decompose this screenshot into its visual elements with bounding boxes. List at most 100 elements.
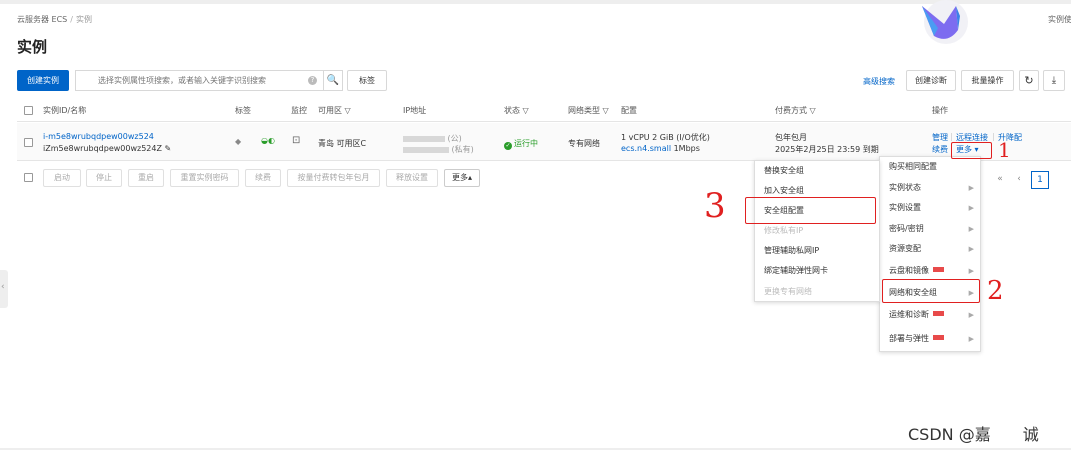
stop-button[interactable]: 停止 — [86, 169, 122, 187]
menu-item-replace-sg[interactable]: 替换安全组 — [755, 161, 879, 181]
col-pay-label: 付费方式 — [775, 106, 807, 115]
col-ops: 操作 — [932, 106, 948, 115]
restart-button[interactable]: 重启 — [128, 169, 164, 187]
advanced-search-link[interactable]: 高级搜索 — [863, 76, 895, 87]
filter-icon[interactable]: ▽ — [523, 106, 529, 115]
menu-item-disk-image[interactable]: 云盘和镜像 ▶ — [880, 261, 980, 281]
more-batch-button[interactable]: 更多▴ — [444, 169, 480, 187]
menu-item-change-vpc[interactable]: 更换专有网络 — [755, 282, 879, 302]
highlight-box-network — [882, 279, 980, 303]
menu-item-instance-settings[interactable]: 实例设置 ▶ — [880, 198, 980, 218]
toolbar: 创建实例 ? 🔍 标签 高级搜索 创建诊断 批量操作 ↻ ⤓ — [17, 70, 1071, 92]
masked-ip — [403, 135, 445, 142]
edit-icon[interactable]: ✎ — [165, 144, 172, 153]
search-input[interactable] — [76, 71, 296, 90]
config-spec: ecs.n4.small 1Mbps — [621, 144, 700, 153]
download-button[interactable]: ⤓ — [1043, 70, 1065, 91]
check-icon: ✓ — [504, 142, 512, 150]
row-checkbox[interactable] — [24, 138, 33, 147]
menu-item-modify-private-ip[interactable]: 修改私有IP — [755, 221, 879, 241]
instance-id-link[interactable]: i-m5e8wrubqdpew00wz524 — [43, 132, 154, 141]
col-config: 配置 — [621, 106, 637, 115]
menu-item-label: 云盘和镜像 — [889, 266, 929, 275]
convert-billing-button[interactable]: 按量付费转包年包月 — [287, 169, 380, 187]
menu-item-password-key[interactable]: 密码/密钥 ▶ — [880, 219, 980, 239]
public-ip: (公) — [403, 133, 462, 144]
renew-link[interactable]: 续费 — [932, 144, 948, 155]
menu-item-ops-diagnosis[interactable]: 运维和诊断 ▶ — [880, 305, 980, 325]
filter-icon[interactable]: ▽ — [345, 106, 351, 115]
reset-password-button[interactable]: 重置实例密码 — [170, 169, 239, 187]
select-all-bottom-checkbox[interactable] — [24, 173, 33, 182]
renew-button[interactable]: 续费 — [245, 169, 281, 187]
select-all-checkbox[interactable] — [24, 106, 33, 115]
menu-item-resource-change[interactable]: 资源变配 ▶ — [880, 239, 980, 259]
menu-item-bind-eni[interactable]: 绑定辅助弹性网卡 — [755, 261, 879, 281]
batch-operation-button[interactable]: 批量操作 — [961, 70, 1014, 91]
expire-date: 2025年2月25日 23:59 到期 — [775, 145, 879, 154]
top-right-link[interactable]: 实例使 — [1048, 14, 1071, 25]
manage-link[interactable]: 管理 — [932, 132, 948, 143]
zone-value: 青岛 可用区C — [318, 139, 367, 148]
menu-item-label: 购买相同配置 — [889, 162, 937, 171]
config-io-text: (I/O优化) — [676, 133, 710, 142]
col-id: 实例ID/名称 — [43, 106, 87, 115]
menu-item-buy-same[interactable]: 购买相同配置 — [880, 157, 980, 177]
col-network[interactable]: 网络类型 ▽ — [568, 105, 609, 116]
menu-item-secondary-private-ip[interactable]: 管理辅助私网IP — [755, 241, 879, 261]
app-logo-icon — [922, 0, 968, 44]
status-badge: ✓ 运行中 — [504, 138, 538, 150]
more-batch-label: 更多 — [451, 173, 468, 182]
page-1-button[interactable]: 1 — [1031, 171, 1049, 189]
first-page-button[interactable]: « — [993, 171, 1007, 189]
refresh-button[interactable]: ↻ — [1019, 70, 1039, 91]
menu-item-instance-status[interactable]: 实例状态 ▶ — [880, 178, 980, 198]
filter-icon[interactable]: ▽ — [603, 106, 609, 115]
sidebar-collapse-handle[interactable]: ‹ — [0, 270, 8, 308]
spec-link[interactable]: ecs.n4.small — [621, 144, 671, 153]
breadcrumb-root[interactable]: 云服务器 ECS — [17, 15, 67, 24]
create-instance-button[interactable]: 创建实例 — [17, 70, 69, 91]
menu-item-label: 部署与弹性 — [889, 334, 929, 343]
col-pay[interactable]: 付费方式 ▽ — [775, 105, 816, 116]
bandwidth-text: 1Mbps — [673, 144, 700, 153]
network-value: 专有网络 — [568, 139, 600, 148]
search-box: ? — [75, 70, 323, 91]
help-icon[interactable]: ? — [308, 76, 317, 85]
chevron-right-icon: ▶ — [968, 311, 974, 319]
col-ip: IP地址 — [403, 106, 427, 115]
release-setting-button[interactable]: 释放设置 — [386, 169, 438, 187]
tag-icon[interactable]: ◆ — [235, 137, 241, 146]
col-status[interactable]: 状态 ▽ — [504, 105, 529, 116]
search-button[interactable]: 🔍 — [323, 70, 343, 91]
breadcrumb-separator: / — [70, 15, 73, 24]
new-badge-icon — [933, 335, 944, 340]
tag-button[interactable]: 标签 — [347, 70, 387, 91]
start-button[interactable]: 启动 — [43, 169, 81, 187]
new-badge-icon — [933, 267, 944, 272]
col-monitor: 监控 — [291, 106, 307, 115]
monitor-icon[interactable]: ⊡ — [292, 135, 300, 146]
menu-item-label: 资源变配 — [889, 244, 921, 253]
download-icon: ⤓ — [1051, 75, 1057, 86]
highlight-box-more — [951, 142, 992, 159]
chevron-right-icon: ▶ — [968, 204, 974, 212]
annotation-1: 1 — [998, 138, 1011, 162]
masked-ip — [403, 146, 449, 153]
menu-item-deploy-elastic[interactable]: 部署与弹性 ▶ — [880, 329, 980, 349]
chevron-right-icon: ▶ — [968, 267, 974, 275]
caret-up-icon: ▴ — [467, 173, 472, 182]
search-icon: 🔍 — [326, 75, 340, 86]
ops-divider: | — [950, 132, 953, 141]
col-status-label: 状态 — [504, 106, 520, 115]
filter-icon[interactable]: ▽ — [810, 106, 816, 115]
menu-item-label: 实例状态 — [889, 183, 921, 192]
instance-name: iZm5e8wrubqdpew00wz524Z ✎ — [43, 144, 171, 153]
create-diagnosis-button[interactable]: 创建诊断 — [906, 70, 956, 91]
col-zone[interactable]: 可用区 ▽ — [318, 105, 351, 116]
prev-page-button[interactable]: ‹ — [1013, 171, 1025, 189]
chevron-right-icon: ▶ — [968, 225, 974, 233]
chevron-right-icon: ▶ — [968, 335, 974, 343]
network-security-submenu: 替换安全组 加入安全组 安全组配置 修改私有IP 管理辅助私网IP 绑定辅助弹性… — [754, 160, 880, 302]
security-shield-icon[interactable]: ◒◐ — [261, 136, 275, 145]
